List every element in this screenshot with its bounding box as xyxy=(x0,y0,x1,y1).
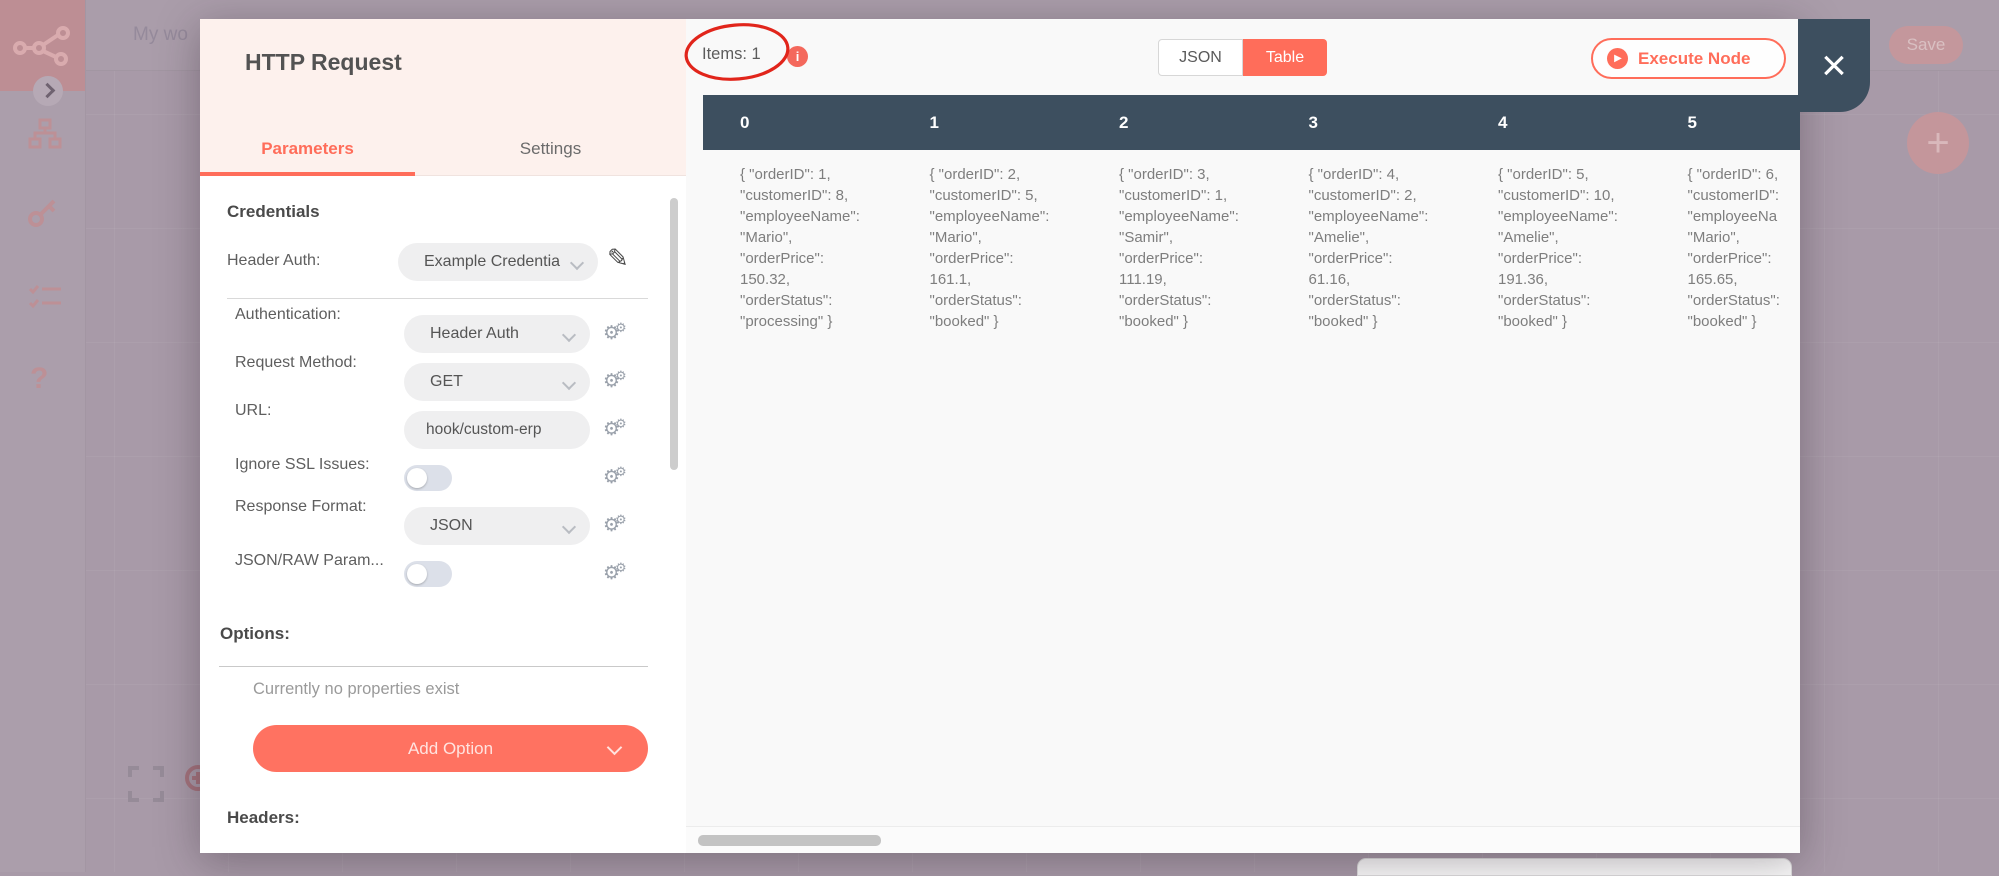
toggle-knob xyxy=(407,564,427,584)
column-header: 3 xyxy=(1308,113,1318,132)
help-question-icon[interactable]: ? xyxy=(30,362,48,396)
divider xyxy=(227,298,648,299)
checklist-icon[interactable] xyxy=(28,282,62,310)
workflow-title: My wo xyxy=(133,24,188,45)
vertical-scrollbar[interactable] xyxy=(670,198,678,470)
options-heading: Options: xyxy=(220,624,290,643)
table-cell: { "orderID": 1, "customerID": 8, "employ… xyxy=(740,166,860,330)
node-config-panel: HTTP Request Parameters Settings Credent… xyxy=(200,19,686,853)
field-label-url: URL: xyxy=(235,402,272,419)
chevron-down-icon xyxy=(561,327,577,343)
authentication-select[interactable]: Header Auth xyxy=(404,315,590,353)
bottom-cropped-panel xyxy=(1357,858,1792,876)
field-label-authentication: Authentication: xyxy=(235,306,341,323)
sidebar-collapse-button[interactable] xyxy=(33,76,63,106)
edit-credential-icon[interactable]: ✎ xyxy=(607,244,629,274)
results-table-header: 0 1 2 3 4 5 xyxy=(703,95,1800,150)
field-label-ignore-ssl: Ignore SSL Issues: xyxy=(235,456,370,473)
field-settings-icon[interactable]: ⚙⚙ xyxy=(603,465,643,488)
view-toggle: JSON Table xyxy=(1158,39,1327,76)
table-view-button[interactable]: Table xyxy=(1243,39,1327,76)
tab-parameters[interactable]: Parameters xyxy=(200,139,415,159)
divider xyxy=(219,666,648,667)
results-panel: Items: 1 i JSON Table ▶ Execute Node 0 1… xyxy=(686,19,1800,853)
sitemap-icon[interactable] xyxy=(28,118,62,150)
chevron-down-icon xyxy=(569,255,585,271)
node-detail-modal: HTTP Request Parameters Settings Credent… xyxy=(200,19,1870,853)
tab-bar: Parameters Settings xyxy=(200,19,686,176)
field-label-request-method: Request Method: xyxy=(235,354,357,371)
chevron-down-icon xyxy=(561,519,577,535)
request-method-select[interactable]: GET xyxy=(404,363,590,401)
url-input[interactable] xyxy=(404,411,590,449)
column-header: 4 xyxy=(1498,113,1508,132)
key-icon[interactable] xyxy=(27,196,59,228)
parameters-form: Credentials Header Auth: Example Credent… xyxy=(200,176,686,853)
field-settings-icon[interactable]: ⚙⚙ xyxy=(603,513,643,536)
save-button[interactable]: Save xyxy=(1889,26,1963,64)
field-settings-icon[interactable]: ⚙⚙ xyxy=(603,369,643,392)
field-label-response-format: Response Format: xyxy=(235,498,367,515)
table-cell: { "orderID": 4, "customerID": 2, "employ… xyxy=(1308,166,1429,330)
response-format-value: JSON xyxy=(430,517,473,534)
chevron-down-icon xyxy=(606,739,623,756)
execute-node-label: Execute Node xyxy=(1638,48,1751,68)
headers-heading: Headers: xyxy=(227,808,300,827)
column-header: 5 xyxy=(1687,113,1697,132)
field-settings-icon[interactable]: ⚙⚙ xyxy=(603,321,643,344)
add-option-label: Add Option xyxy=(407,738,494,758)
tab-settings[interactable]: Settings xyxy=(415,139,686,159)
info-icon[interactable]: i xyxy=(787,46,808,67)
request-method-value: GET xyxy=(430,373,463,390)
field-settings-icon[interactable]: ⚙⚙ xyxy=(603,417,643,440)
authentication-value: Header Auth xyxy=(430,325,519,342)
column-header: 1 xyxy=(929,113,939,132)
fullscreen-icon[interactable] xyxy=(128,766,164,802)
toggle-knob xyxy=(407,468,427,488)
response-format-select[interactable]: JSON xyxy=(404,507,590,545)
table-cell: { "orderID": 5, "customerID": 10, "emplo… xyxy=(1498,166,1618,330)
table-cell: { "orderID": 6, "customerID": "employeeN… xyxy=(1687,166,1780,330)
results-table-row: { "orderID": 1, "customerID": 8, "employ… xyxy=(703,150,1800,332)
play-icon: ▶ xyxy=(1607,48,1628,69)
credential-label: Header Auth: xyxy=(227,252,321,269)
close-modal-button[interactable]: × xyxy=(1798,19,1870,112)
column-header: 2 xyxy=(1119,113,1129,132)
add-option-button[interactable]: Add Option xyxy=(253,725,648,772)
json-raw-toggle[interactable] xyxy=(404,561,452,587)
execute-node-button[interactable]: ▶ Execute Node xyxy=(1591,38,1786,79)
credential-select[interactable]: Example Credentia xyxy=(398,243,598,281)
field-label-json-raw: JSON/RAW Param... xyxy=(235,552,384,569)
items-count-label: Items: 1 xyxy=(702,45,761,63)
chevron-right-icon xyxy=(39,82,56,99)
add-node-button[interactable]: + xyxy=(1907,112,1969,174)
json-view-button[interactable]: JSON xyxy=(1158,39,1243,76)
table-cell: { "orderID": 2, "customerID": 5, "employ… xyxy=(929,166,1050,330)
app-sidebar: ? xyxy=(0,0,86,872)
credential-value: Example Credentia xyxy=(424,253,561,270)
column-header: 0 xyxy=(740,113,750,132)
credentials-heading: Credentials xyxy=(227,202,320,221)
chevron-down-icon xyxy=(561,375,577,391)
ignore-ssl-toggle[interactable] xyxy=(404,465,452,491)
horizontal-scrollbar[interactable] xyxy=(698,835,881,846)
options-empty-text: Currently no properties exist xyxy=(253,680,460,698)
table-cell: { "orderID": 3, "customerID": 1, "employ… xyxy=(1119,166,1239,330)
field-settings-icon[interactable]: ⚙⚙ xyxy=(603,561,643,584)
